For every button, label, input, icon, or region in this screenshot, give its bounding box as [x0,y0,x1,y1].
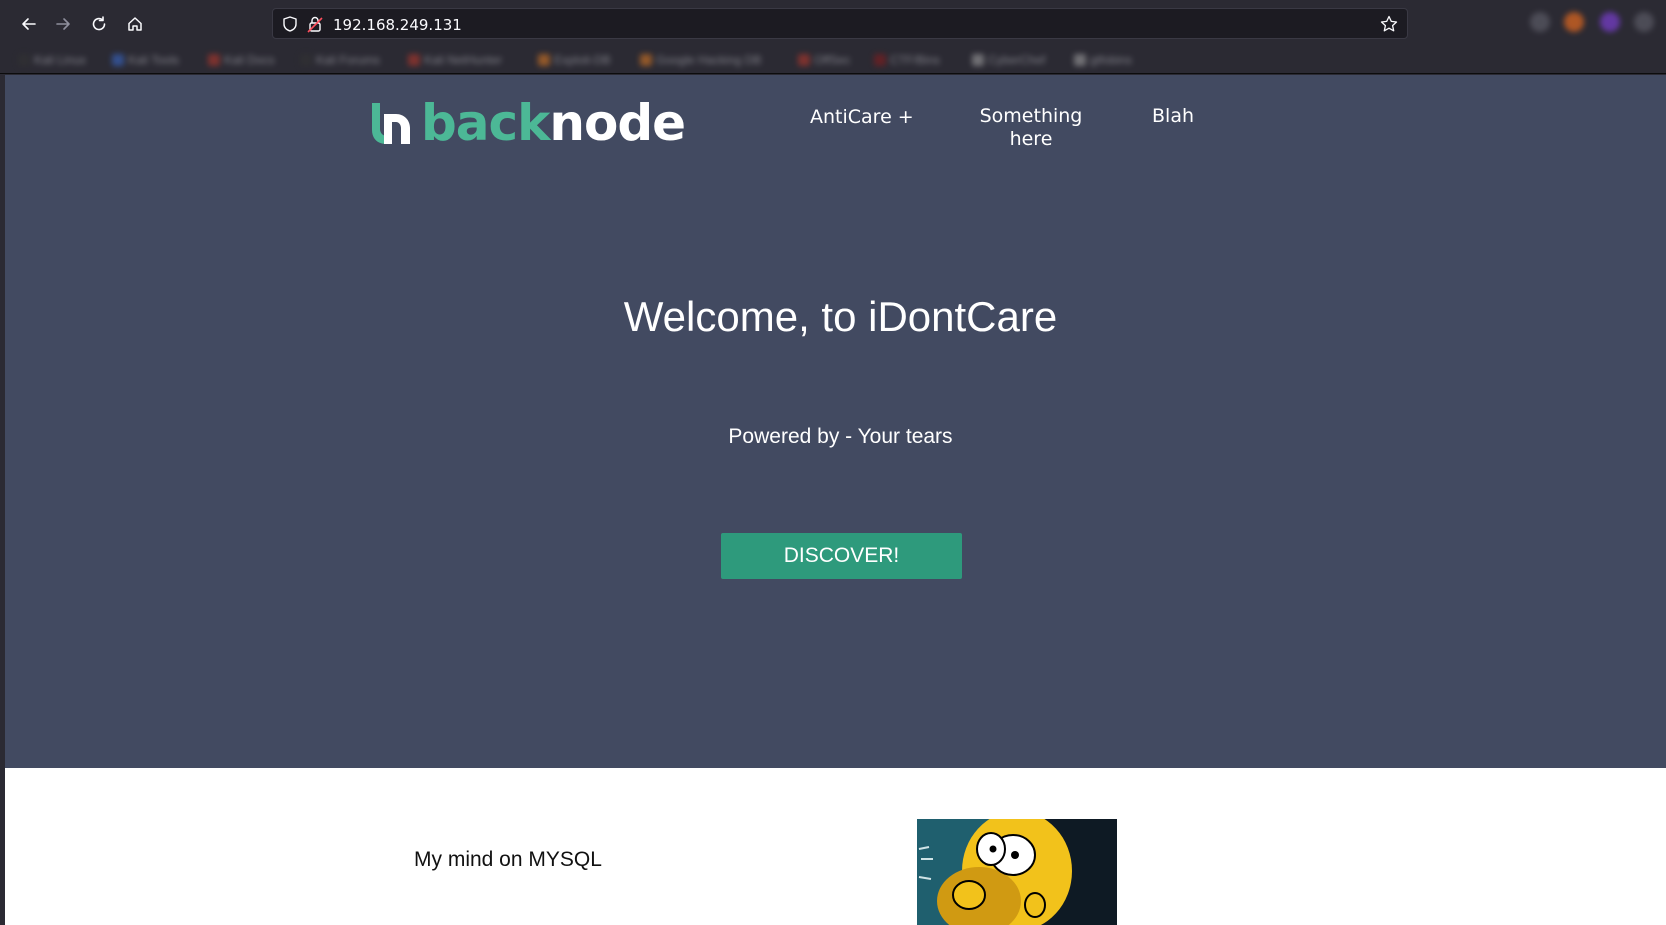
bookmark-item[interactable]: CyberChef [972,53,1045,67]
extension-icon[interactable] [1564,12,1584,32]
browser-toolbar: 192.168.249.131 [0,0,1666,46]
logo-text-node: node [549,94,686,152]
bookmark-item[interactable]: Kali Docs [208,53,275,67]
homer-illustration [917,819,1117,925]
nav-something-here[interactable]: Something here [976,105,1086,151]
forward-button[interactable] [50,11,76,37]
forward-arrow-icon [56,18,70,30]
bookmark-favicon-icon [18,54,30,66]
bookmark-item[interactable]: CTF/Bins [874,53,940,67]
bookmark-favicon-icon [798,54,810,66]
insecure-lock-icon[interactable] [307,15,323,33]
bookmark-favicon-icon [112,54,124,66]
back-arrow-icon [22,18,36,30]
extension-icon[interactable] [1600,12,1620,32]
homer-image [917,819,1117,925]
reload-button[interactable] [86,11,112,37]
bookmark-item[interactable]: gtfobins [1074,53,1132,67]
logo-text-back: back [421,94,550,152]
bookmark-favicon-icon [972,54,984,66]
section-text: My mind on MYSQL [414,848,602,871]
bookmark-star-icon[interactable] [1379,14,1399,34]
bookmark-item[interactable]: Exploit-DB [538,53,611,67]
url-text[interactable]: 192.168.249.131 [333,16,462,34]
reload-icon [92,16,106,31]
bookmark-item[interactable]: OffSec [798,53,850,67]
hero-subtitle: Powered by - Your tears [728,425,953,448]
nav-label-line: Something [979,105,1083,127]
bookmark-item[interactable]: Google Hacking DB [640,53,761,67]
discover-button[interactable]: DISCOVER! [721,533,962,579]
nav-blah[interactable]: Blah [1152,105,1194,128]
logo-wordmark: backnode [421,98,686,148]
bookmark-favicon-icon [538,54,550,66]
bookmark-item[interactable]: Kali Forums [300,53,380,67]
nav-label-line: here [1009,128,1053,150]
bookmark-item[interactable]: Kali Linux [18,53,86,67]
bookmarks-bar: Kali Linux Kali Tools Kali Docs Kali For… [0,46,1666,74]
bookmark-favicon-icon [874,54,886,66]
nav-anticare[interactable]: AntiCare + [810,106,914,129]
tracking-shield-icon[interactable] [281,15,299,33]
back-button[interactable] [16,11,42,37]
home-button[interactable] [122,11,148,37]
hero-section: backnode AntiCare + Something here Blah … [5,75,1666,768]
backnode-logo-icon [372,103,410,144]
site-logo[interactable]: backnode [369,98,686,148]
web-page: backnode AntiCare + Something here Blah … [5,75,1666,925]
extension-icon[interactable] [1530,12,1550,32]
bookmark-favicon-icon [408,54,420,66]
bookmark-favicon-icon [208,54,220,66]
bookmark-item[interactable]: Kali NetHunter [408,53,502,67]
bookmark-favicon-icon [1074,54,1086,66]
bookmark-favicon-icon [300,54,312,66]
hero-title: Welcome, to iDontCare [623,293,1058,340]
menu-icon[interactable] [1634,12,1654,32]
bookmark-favicon-icon [640,54,652,66]
bookmark-item[interactable]: Kali Tools [112,53,179,67]
address-bar[interactable]: 192.168.249.131 [272,8,1408,39]
home-icon [128,17,142,31]
extension-icons [1530,12,1666,36]
